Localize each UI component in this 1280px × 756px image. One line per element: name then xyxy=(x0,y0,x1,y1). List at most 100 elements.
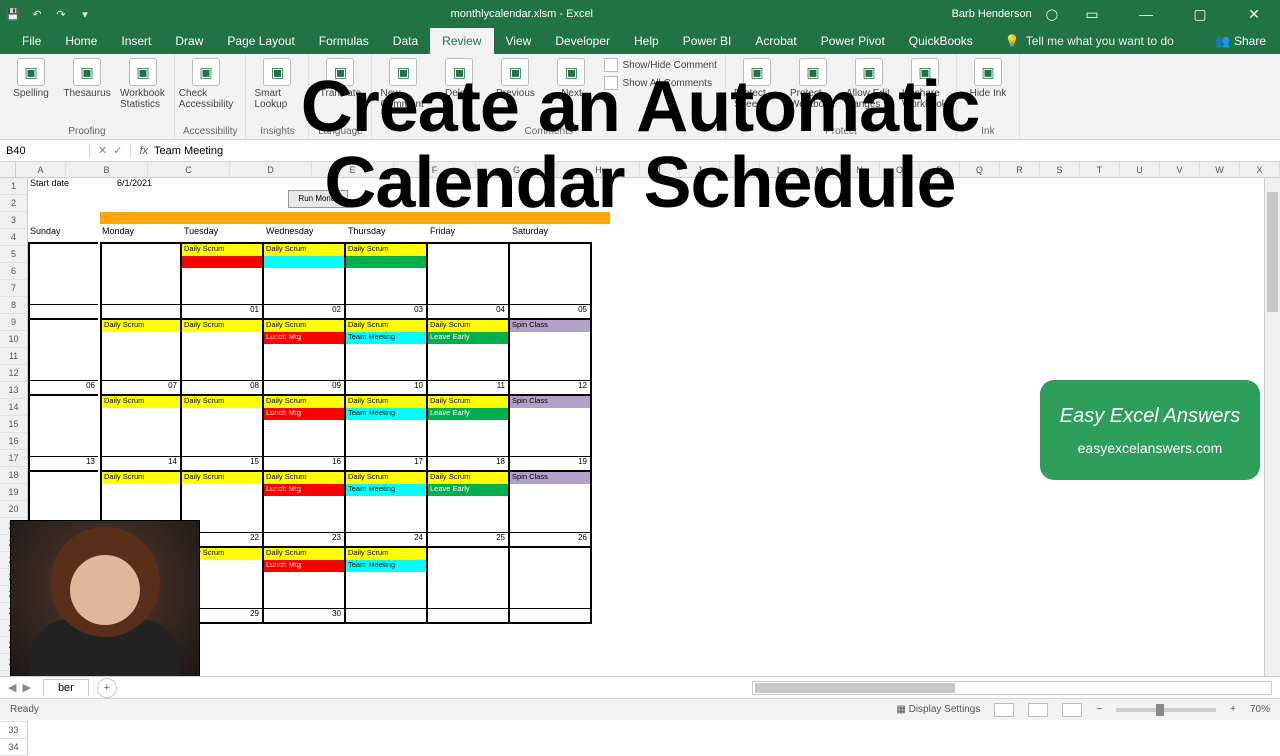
event-slot[interactable]: Daily Scrum xyxy=(428,472,508,484)
event-slot[interactable] xyxy=(102,332,180,344)
thesaurus-button[interactable]: ▣Thesaurus xyxy=(64,58,110,99)
event-slot[interactable] xyxy=(182,496,262,508)
event-slot[interactable]: Daily Scrum xyxy=(346,320,426,332)
event-slot[interactable] xyxy=(264,572,344,584)
event-slot[interactable]: Leave Early xyxy=(428,332,508,344)
col-header-O[interactable]: O xyxy=(880,162,920,177)
col-header-A[interactable]: A xyxy=(16,162,66,177)
day-cell[interactable]: Daily ScrumLeave Early11 xyxy=(428,320,510,394)
event-slot[interactable] xyxy=(264,420,344,432)
name-box[interactable]: B40 xyxy=(0,145,90,157)
col-header-J[interactable]: J xyxy=(680,162,720,177)
zoom-slider[interactable] xyxy=(1116,708,1216,712)
zoom-out-icon[interactable]: − xyxy=(1096,704,1102,715)
event-slot[interactable] xyxy=(264,344,344,356)
share-button[interactable]: Share xyxy=(1234,34,1266,48)
zoom-in-icon[interactable]: + xyxy=(1230,704,1236,715)
view-page-layout-icon[interactable] xyxy=(1028,703,1048,717)
event-slot[interactable]: Daily Scrum xyxy=(264,244,344,256)
event-slot[interactable]: Spin Class xyxy=(510,320,590,332)
col-header-B[interactable]: B xyxy=(66,162,148,177)
day-cell[interactable]: Daily Scrum03 xyxy=(346,244,428,318)
enter-formula-icon[interactable]: ✓ xyxy=(113,144,122,157)
day-cell[interactable]: Daily Scrum08 xyxy=(182,320,264,394)
event-slot[interactable]: Team Meeting xyxy=(346,484,426,496)
event-slot[interactable] xyxy=(510,244,590,256)
event-slot[interactable] xyxy=(102,244,180,256)
add-sheet-button[interactable]: + xyxy=(97,678,117,698)
sheet-tab[interactable]: ber xyxy=(43,679,89,696)
day-cell[interactable]: Spin Class26 xyxy=(510,472,592,546)
event-slot[interactable]: Spin Class xyxy=(510,472,590,484)
day-cell[interactable]: Daily ScrumLunch Mtg23 xyxy=(264,472,346,546)
user-name[interactable]: Barb Henderson xyxy=(952,8,1032,20)
user-avatar-icon[interactable]: ◯ xyxy=(1046,8,1058,21)
event-slot[interactable] xyxy=(510,256,590,268)
tab-insert[interactable]: Insert xyxy=(109,28,163,54)
row-header-5[interactable]: 5 xyxy=(0,246,28,263)
day-cell[interactable]: Daily ScrumTeam Meeting xyxy=(346,548,428,622)
event-slot[interactable] xyxy=(264,496,344,508)
event-slot[interactable] xyxy=(102,256,180,268)
save-icon[interactable]: 💾 xyxy=(6,7,20,21)
event-slot[interactable]: Daily Scrum xyxy=(102,320,180,332)
day-cell[interactable]: Spin Class12 xyxy=(510,320,592,394)
event-slot[interactable]: Daily Scrum xyxy=(182,244,262,256)
row-header-20[interactable]: 20 xyxy=(0,501,28,518)
start-date-value[interactable]: 6/1/2021 xyxy=(78,178,158,195)
event-slot[interactable] xyxy=(182,268,262,280)
zoom-level[interactable]: 70% xyxy=(1250,704,1270,715)
event-slot[interactable] xyxy=(346,572,426,584)
event-slot[interactable] xyxy=(510,344,590,356)
allow-edit-ranges-button[interactable]: ▣Allow Edit Ranges xyxy=(846,58,892,110)
event-slot[interactable] xyxy=(510,484,590,496)
event-slot[interactable] xyxy=(510,572,590,584)
event-slot[interactable] xyxy=(510,408,590,420)
event-slot[interactable]: Daily Scrum xyxy=(264,548,344,560)
col-header-G[interactable]: G xyxy=(476,162,558,177)
event-slot[interactable] xyxy=(428,244,508,256)
tab-power-bi[interactable]: Power BI xyxy=(671,28,744,54)
event-slot[interactable] xyxy=(510,548,590,560)
day-cell[interactable]: Daily Scrum01 xyxy=(182,244,264,318)
day-cell[interactable]: 04 xyxy=(428,244,510,318)
sheet-nav-next-icon[interactable]: ▶ xyxy=(22,681,30,694)
col-header-W[interactable]: W xyxy=(1200,162,1240,177)
protect-sheet-button[interactable]: ▣Protect Sheet xyxy=(734,58,780,110)
event-slot[interactable] xyxy=(264,256,344,268)
event-slot[interactable] xyxy=(182,344,262,356)
view-normal-icon[interactable] xyxy=(994,703,1014,717)
event-slot[interactable]: Daily Scrum xyxy=(182,396,262,408)
event-slot[interactable] xyxy=(264,268,344,280)
event-slot[interactable] xyxy=(346,268,426,280)
event-slot[interactable] xyxy=(182,484,262,496)
event-slot[interactable] xyxy=(102,484,180,496)
tab-view[interactable]: View xyxy=(494,28,544,54)
event-slot[interactable] xyxy=(182,408,262,420)
event-slot[interactable]: Team Meeting xyxy=(346,332,426,344)
col-header-M[interactable]: M xyxy=(800,162,840,177)
new-comment-button[interactable]: ▣New Comment xyxy=(380,58,426,110)
col-header-V[interactable]: V xyxy=(1160,162,1200,177)
row-header-19[interactable]: 19 xyxy=(0,484,28,501)
event-slot[interactable]: Daily Scrum xyxy=(346,396,426,408)
day-cell[interactable]: Daily Scrum07 xyxy=(100,320,182,394)
col-header-Q[interactable]: Q xyxy=(960,162,1000,177)
event-slot[interactable] xyxy=(428,496,508,508)
day-cell[interactable]: Daily ScrumLeave Early25 xyxy=(428,472,510,546)
col-header-E[interactable]: E xyxy=(312,162,394,177)
event-slot[interactable] xyxy=(102,420,180,432)
row-header-10[interactable]: 10 xyxy=(0,331,28,348)
day-cell[interactable]: Daily ScrumTeam Meeting10 xyxy=(346,320,428,394)
tab-developer[interactable]: Developer xyxy=(543,28,622,54)
event-slot[interactable]: Daily Scrum xyxy=(264,472,344,484)
check-accessibility-button[interactable]: ▣Check Accessibility xyxy=(183,58,229,110)
workbook-statistics-button[interactable]: ▣Workbook Statistics xyxy=(120,58,166,110)
event-slot[interactable]: Leave Early xyxy=(428,408,508,420)
event-slot[interactable] xyxy=(510,420,590,432)
event-slot[interactable] xyxy=(182,332,262,344)
row-header-4[interactable]: 4 xyxy=(0,229,28,246)
day-cell[interactable]: Spin Class19 xyxy=(510,396,592,470)
display-settings[interactable]: ▦ Display Settings xyxy=(896,704,980,715)
show-all-comments-button[interactable]: Show All Comments xyxy=(604,76,716,90)
